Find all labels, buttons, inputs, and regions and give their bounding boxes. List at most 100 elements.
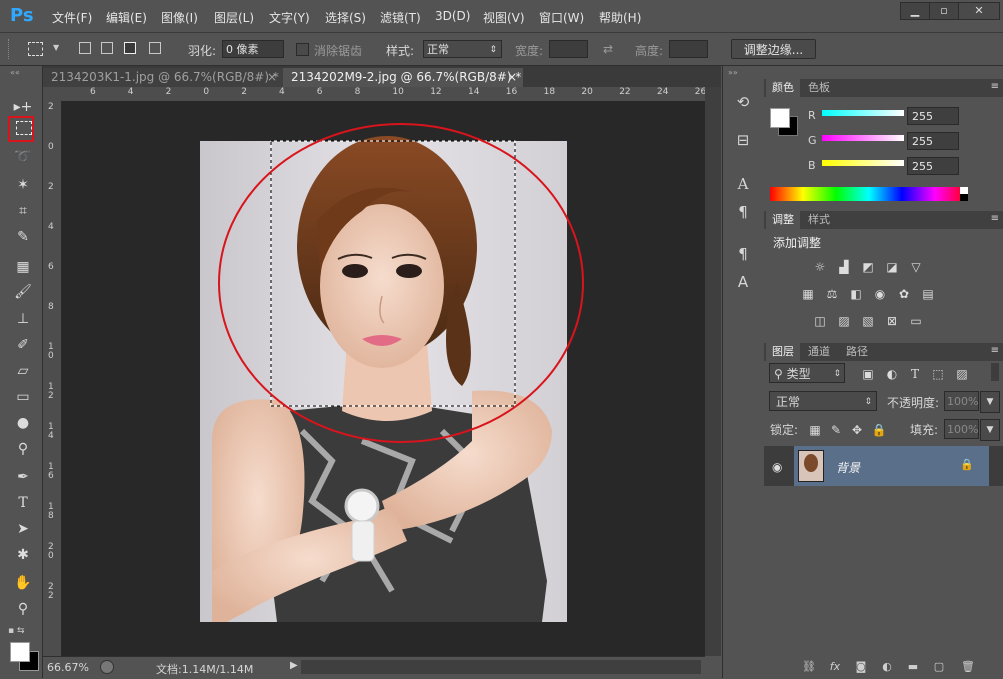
tab-channels[interactable]: 通道 (802, 343, 836, 361)
fill-dropdown-icon[interactable]: ▼ (980, 419, 1000, 441)
filter-toggle[interactable] (991, 363, 999, 381)
spectrum-white[interactable] (960, 187, 968, 194)
slider-g[interactable] (822, 135, 904, 141)
menu-type[interactable]: 文字(Y) (269, 9, 310, 26)
slider-b[interactable] (822, 160, 904, 166)
antialias-checkbox[interactable] (296, 43, 309, 56)
add-mask-icon[interactable]: ◙ (853, 660, 869, 674)
menu-image[interactable]: 图像(I) (161, 9, 198, 26)
healing-brush-tool-icon[interactable]: ▦ (12, 256, 34, 278)
menu-view[interactable]: 视图(V) (483, 9, 525, 26)
close-icon[interactable]: × (507, 68, 517, 87)
menu-help[interactable]: 帮助(H) (599, 9, 641, 26)
tab-swatches[interactable]: 色板 (802, 79, 836, 97)
fg-color-swatch[interactable] (770, 108, 790, 128)
channel-mixer-icon[interactable]: ✿ (896, 287, 912, 301)
tab-document-1[interactable]: 2134203K1-1.jpg @ 66.7%(RGB/8#) * × (43, 68, 283, 87)
swap-icon[interactable]: ⇄ (603, 42, 613, 56)
close-button[interactable]: ✕ (958, 2, 1000, 20)
new-adjustment-icon[interactable]: ◐ (879, 660, 895, 674)
menu-select[interactable]: 选择(S) (325, 9, 366, 26)
close-icon[interactable]: × (267, 68, 277, 87)
tab-adjustments[interactable]: 调整 (766, 211, 800, 229)
zoom-level[interactable]: 66.67% (47, 661, 89, 674)
tab-color[interactable]: 颜色 (766, 79, 800, 97)
filter-type-icon[interactable]: T (907, 367, 923, 381)
panel-menu-icon[interactable]: ≡ (991, 345, 999, 356)
input-r[interactable]: 255 (907, 107, 959, 125)
tab-layers[interactable]: 图层 (766, 343, 800, 361)
brightness-icon[interactable]: ☼ (812, 260, 828, 274)
input-g[interactable]: 255 (907, 132, 959, 150)
history-icon[interactable]: ⟲ (731, 90, 755, 114)
posterize-icon[interactable]: ▨ (836, 314, 852, 328)
filter-adjust-icon[interactable]: ◐ (884, 367, 900, 381)
style-select[interactable]: 正常 ⇕ (423, 40, 502, 58)
fill-input[interactable]: 100% (944, 419, 979, 439)
tab-styles[interactable]: 样式 (802, 211, 836, 229)
blend-mode-select[interactable]: 正常 ⇕ (769, 391, 877, 411)
layer-filter-select[interactable]: ⚲ 类型 ⇕ (769, 363, 845, 383)
eraser-tool-icon[interactable]: ▱ (12, 360, 34, 382)
add-selection-icon[interactable] (101, 42, 113, 54)
black-white-icon[interactable]: ◧ (848, 287, 864, 301)
filter-shape-icon[interactable]: ⬚ (930, 367, 946, 381)
color-lookup-icon[interactable]: ▤ (920, 287, 936, 301)
lock-position-icon[interactable]: ✥ (849, 423, 865, 437)
history-brush-tool-icon[interactable]: ✐ (12, 334, 34, 356)
vibrance-icon[interactable]: ▽ (908, 260, 924, 274)
slider-r[interactable] (822, 110, 904, 116)
zoom-tool-icon[interactable]: ⚲ (12, 598, 34, 620)
paragraph-icon[interactable]: ¶ (731, 200, 755, 224)
opacity-input[interactable]: 100% (944, 391, 979, 411)
delete-layer-icon[interactable]: 🗑 (960, 660, 976, 674)
link-layers-icon[interactable]: ⛓ (801, 660, 817, 674)
color-balance-icon[interactable]: ⚖ (824, 287, 840, 301)
threshold-icon[interactable]: ▧ (860, 314, 876, 328)
photo-canvas[interactable] (62, 101, 705, 656)
character-icon[interactable]: A (731, 172, 755, 196)
marquee-preset-icon[interactable] (28, 42, 43, 56)
gradient-tool-icon[interactable]: ▭ (12, 386, 34, 408)
horizontal-scrollbar[interactable] (301, 660, 701, 674)
subtract-selection-icon[interactable] (124, 42, 136, 54)
info-icon[interactable] (100, 660, 114, 674)
menu-filter[interactable]: 滤镜(T) (380, 9, 421, 26)
move-tool-icon[interactable]: ▸+ (12, 96, 34, 118)
default-colors-icon[interactable]: ▪ ⇆ (8, 626, 25, 636)
exposure-icon[interactable]: ◪ (884, 260, 900, 274)
filter-pixel-icon[interactable]: ▣ (860, 367, 876, 381)
intersect-selection-icon[interactable] (149, 42, 161, 54)
tab-paths[interactable]: 路径 (840, 343, 874, 361)
panel-menu-icon[interactable]: ≡ (991, 213, 999, 224)
filter-smart-icon[interactable]: ▨ (954, 367, 970, 381)
new-layer-icon[interactable]: ▢ (931, 660, 947, 674)
paragraph-style-icon[interactable]: ¶ (731, 242, 755, 266)
panel-menu-icon[interactable]: ≡ (991, 81, 999, 92)
character-style-icon[interactable]: A (731, 270, 755, 294)
gradient-map-icon[interactable]: ▭ (908, 314, 924, 328)
lock-all-icon[interactable]: 🔒 (871, 423, 887, 437)
brush-tool-icon[interactable]: 🖌 (12, 281, 34, 303)
hand-tool-icon[interactable]: ✋ (12, 572, 34, 594)
eye-icon[interactable]: ◉ (772, 460, 782, 474)
crop-tool-icon[interactable]: ⌗ (12, 200, 34, 222)
blur-tool-icon[interactable]: ● (12, 412, 34, 434)
status-menu-arrow-icon[interactable]: ▶ (290, 660, 298, 671)
pen-tool-icon[interactable]: ✒ (12, 466, 34, 488)
selective-color-icon[interactable]: ⊠ (884, 314, 900, 328)
lock-transparent-icon[interactable]: ▦ (807, 423, 823, 437)
invert-icon[interactable]: ◫ (812, 314, 828, 328)
color-spectrum[interactable] (770, 187, 968, 201)
preset-dropdown-icon[interactable]: ▼ (53, 43, 59, 52)
layer-name[interactable]: 背景 (836, 459, 860, 476)
refine-edge-button[interactable]: 调整边缘... (731, 39, 816, 59)
width-input[interactable] (549, 40, 588, 58)
levels-icon[interactable]: ▟ (836, 260, 852, 274)
dodge-tool-icon[interactable]: ⚲ (12, 438, 34, 460)
menu-3d[interactable]: 3D(D) (435, 9, 470, 23)
maximize-button[interactable]: ▫ (929, 2, 959, 20)
new-group-icon[interactable]: ▬ (905, 660, 921, 674)
fx-icon[interactable]: fx (827, 660, 843, 674)
properties-icon[interactable]: ⊟ (731, 128, 755, 152)
